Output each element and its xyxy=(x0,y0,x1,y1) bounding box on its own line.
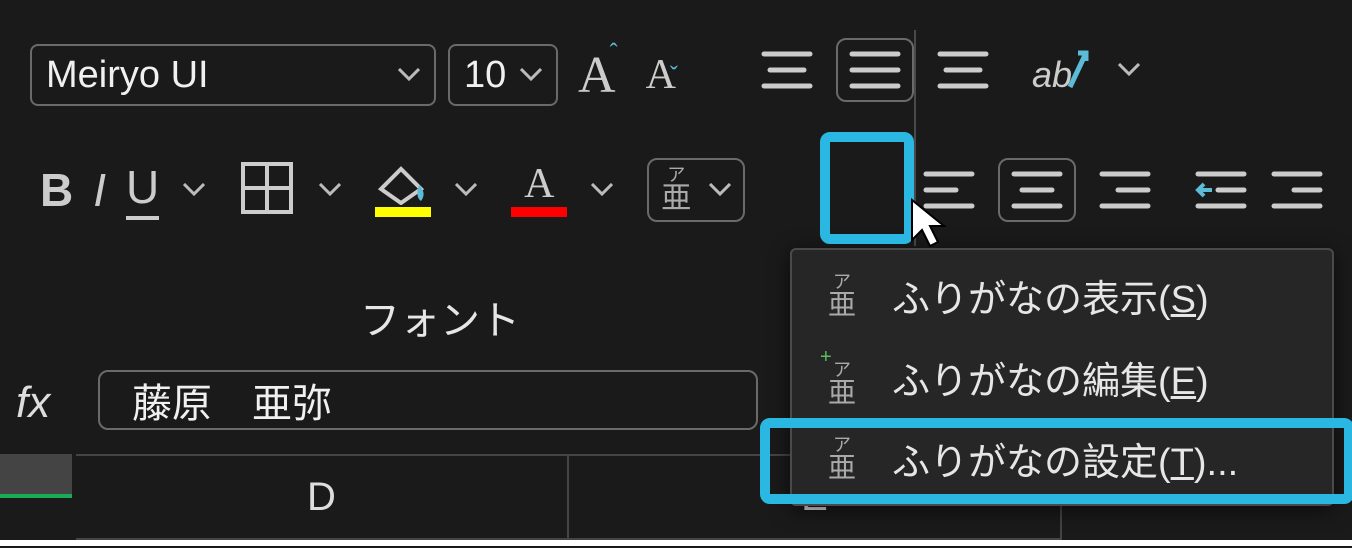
chevron-down-icon[interactable] xyxy=(455,183,477,197)
column-header-d[interactable]: D xyxy=(76,456,569,540)
annotation-highlight-dropdown xyxy=(820,132,914,244)
align-top-button[interactable] xyxy=(760,46,814,94)
furigana-dropdown-menu: ア亜 ふりがなの表示(S) +ア亜 ふりがなの編集(E) ア亜 ふりがなの設定(… xyxy=(790,248,1334,506)
ribbon-group-label-font: フォント xyxy=(360,288,520,346)
chevron-down-icon xyxy=(520,68,542,82)
formula-bar-input[interactable]: 藤原 亜弥 xyxy=(98,370,758,430)
orientation-button[interactable]: ab xyxy=(1032,43,1092,97)
decrease-font-button[interactable]: Aˆ xyxy=(646,51,678,99)
align-bottom-button[interactable] xyxy=(936,46,990,94)
mouse-cursor-icon xyxy=(908,196,956,257)
underline-button[interactable]: U xyxy=(126,160,159,220)
menu-item-edit-furigana[interactable]: +ア亜 ふりがなの編集(E) xyxy=(792,335,1332,419)
font-color-letter: A xyxy=(524,163,554,205)
chevron-down-icon[interactable] xyxy=(591,183,613,197)
align-middle-button[interactable] xyxy=(836,38,914,102)
furigana-show-icon: ア亜 xyxy=(820,273,864,319)
chevron-down-icon[interactable] xyxy=(183,183,205,197)
fill-color-button[interactable] xyxy=(375,163,431,217)
menu-item-label: ふりがなの表示(S) xyxy=(892,268,1209,323)
chevron-down-icon[interactable] xyxy=(1118,63,1140,77)
font-name-select[interactable]: Meiryo UI xyxy=(30,44,436,106)
font-name-value: Meiryo UI xyxy=(46,54,209,97)
chevron-down-icon[interactable] xyxy=(319,183,341,197)
chevron-down-icon xyxy=(398,68,420,82)
decrease-indent-button[interactable] xyxy=(1194,166,1248,214)
svg-text:ab: ab xyxy=(1032,54,1072,95)
font-color-indicator xyxy=(511,207,567,217)
increase-indent-button[interactable] xyxy=(1270,166,1324,214)
italic-button[interactable]: I xyxy=(93,163,106,217)
formula-bar-value: 藤原 亜弥 xyxy=(132,371,332,429)
chevron-down-icon xyxy=(709,183,731,197)
font-size-select[interactable]: 10 xyxy=(448,44,558,106)
row-divider xyxy=(0,540,1352,546)
increase-font-button[interactable]: Aˆ xyxy=(578,46,618,105)
menu-item-label: ふりがなの編集(E) xyxy=(892,350,1209,405)
menu-item-show-furigana[interactable]: ア亜 ふりがなの表示(S) xyxy=(792,256,1332,335)
menu-item-furigana-settings[interactable]: ア亜 ふりがなの設定(T)... xyxy=(792,419,1332,498)
font-color-button[interactable]: A xyxy=(511,163,567,217)
furigana-settings-icon: ア亜 xyxy=(820,436,864,482)
fill-color-indicator xyxy=(375,207,431,217)
font-size-value: 10 xyxy=(464,54,506,97)
bold-button[interactable]: B xyxy=(40,163,73,217)
row-header-selected[interactable] xyxy=(0,454,72,494)
menu-item-label: ふりがなの設定(T)... xyxy=(892,431,1238,486)
furigana-edit-icon: +ア亜 xyxy=(820,347,864,407)
furigana-button[interactable]: ア 亜 xyxy=(647,158,745,222)
fx-label: fx xyxy=(16,378,50,428)
border-button[interactable] xyxy=(239,160,295,221)
align-right-button[interactable] xyxy=(1098,166,1152,214)
align-center-button[interactable] xyxy=(998,158,1076,222)
furigana-icon: ア 亜 xyxy=(661,166,691,214)
